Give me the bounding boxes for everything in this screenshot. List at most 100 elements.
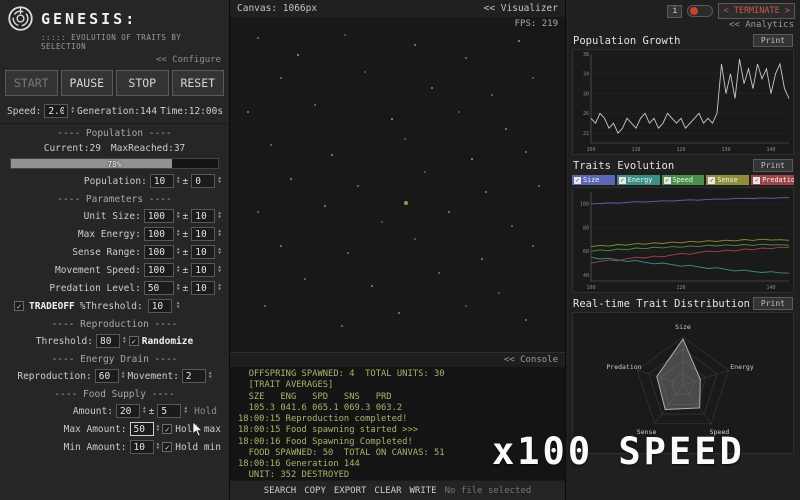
pause-button[interactable]: PAUSE — [60, 70, 113, 96]
console-export-button[interactable]: EXPORT — [334, 486, 367, 496]
plus-minus: ± — [182, 282, 189, 294]
unit-dot — [303, 278, 306, 281]
max-energy-input[interactable] — [143, 227, 174, 241]
console-copy-button[interactable]: COPY — [304, 486, 326, 496]
unit-dot — [280, 244, 283, 247]
max-energy-variance-input[interactable] — [191, 227, 216, 241]
hold-max-checkbox[interactable] — [162, 424, 173, 434]
food-min-stepper[interactable] — [157, 443, 160, 452]
max-energy-variance-stepper[interactable] — [218, 230, 221, 239]
print-traits-button[interactable]: Print — [752, 159, 793, 172]
unit-size-variance-input[interactable] — [191, 209, 216, 223]
sense-range-input[interactable] — [143, 245, 174, 259]
food-min-input[interactable] — [129, 440, 154, 454]
legend-energy[interactable]: ✓ Energy — [616, 175, 660, 185]
population-input[interactable] — [149, 174, 174, 188]
svg-text:34: 34 — [583, 72, 589, 78]
power-toggle[interactable] — [687, 5, 714, 17]
param-label: Movement Speed: — [55, 264, 141, 276]
reset-button[interactable]: RESET — [171, 70, 224, 96]
visualizer-label[interactable]: << Visualizer — [484, 3, 558, 14]
speed-input[interactable] — [44, 104, 69, 118]
unit-size-variance-stepper[interactable] — [218, 212, 221, 221]
unit-dot — [313, 104, 316, 107]
info-button[interactable]: i — [667, 4, 683, 18]
hold-min-checkbox[interactable] — [162, 442, 173, 452]
tradeoff-label: TRADEOFF — [29, 300, 75, 312]
svg-text:38: 38 — [583, 52, 589, 58]
analytics-label[interactable]: << Analytics — [566, 20, 800, 32]
sense-range-variance-input[interactable] — [191, 245, 216, 259]
sim-canvas[interactable]: FPS: 219 — [230, 17, 565, 352]
unit-size-stepper[interactable] — [177, 212, 180, 221]
repro-threshold-stepper[interactable] — [123, 337, 126, 346]
console-label[interactable]: << Console — [230, 353, 565, 367]
legend-speed[interactable]: ✓ Speed — [661, 175, 705, 185]
food-amount-stepper[interactable] — [143, 407, 146, 416]
plus-minus: ± — [182, 246, 189, 258]
legend-predation[interactable]: ✓Predation — [751, 175, 794, 185]
param-label: Unit Size: — [83, 210, 141, 222]
unit-dot — [256, 37, 259, 40]
print-population-button[interactable]: Print — [752, 34, 793, 47]
food-max-stepper[interactable] — [157, 425, 160, 434]
visualizer-column: Canvas: 1066px << Visualizer FPS: 219 <<… — [230, 0, 565, 500]
food-variance-input[interactable] — [157, 404, 182, 418]
drain-movement-input[interactable] — [181, 369, 206, 383]
console-write-button[interactable]: WRITE — [410, 486, 437, 496]
sense-range-stepper[interactable] — [177, 248, 180, 257]
drain-repro-input[interactable] — [94, 369, 119, 383]
brand: GENESIS: — [0, 0, 229, 32]
console-search-button[interactable]: SEARCH — [264, 486, 297, 496]
randomize-checkbox[interactable] — [128, 336, 139, 346]
population-row: Population: ± — [0, 172, 229, 190]
population-variance-stepper[interactable] — [218, 177, 221, 186]
drain-repro-stepper[interactable] — [122, 372, 125, 381]
randomize-label: Randomize — [141, 335, 194, 347]
threshold-pct-input[interactable] — [147, 299, 172, 313]
terminate-button[interactable]: < TERMINATE > — [718, 3, 795, 19]
unit-dot — [414, 43, 417, 46]
population-variance-input[interactable] — [191, 174, 216, 188]
legend-sense[interactable]: ✓ Sense — [706, 175, 750, 185]
legend-size[interactable]: ✓ Size — [572, 175, 615, 185]
print-distribution-button[interactable]: Print — [752, 297, 793, 310]
start-button[interactable]: START — [5, 70, 58, 96]
sense-range-variance-stepper[interactable] — [218, 248, 221, 257]
predation-level-variance-stepper[interactable] — [218, 284, 221, 293]
configure-link[interactable]: << Configure — [0, 54, 229, 67]
unit-dot — [531, 244, 534, 247]
predation-level-variance-input[interactable] — [191, 281, 216, 295]
food-amount-input[interactable] — [115, 404, 140, 418]
energy-drain-row: Reproduction: Movement: — [0, 367, 229, 385]
population-stepper[interactable] — [177, 177, 180, 186]
stop-button[interactable]: STOP — [116, 70, 169, 96]
console-clear-button[interactable]: CLEAR — [374, 486, 401, 496]
threshold-pct-stepper[interactable] — [177, 302, 180, 311]
unit-size-input[interactable] — [143, 209, 174, 223]
unit-dot — [290, 177, 293, 180]
repro-threshold-input[interactable] — [96, 334, 120, 348]
tradeoff-checkbox[interactable] — [14, 301, 24, 311]
drain-movement-stepper[interactable] — [209, 372, 212, 381]
speed-stepper[interactable] — [71, 107, 74, 116]
food-amount-label: Amount: — [72, 405, 113, 417]
movement-speed-variance-input[interactable] — [191, 263, 216, 277]
predation-level-input[interactable] — [143, 281, 174, 295]
unit-dot — [471, 157, 474, 160]
movement-speed-variance-stepper[interactable] — [218, 266, 221, 275]
hold-button[interactable]: Hold — [190, 405, 221, 418]
svg-text:60: 60 — [583, 249, 589, 255]
unit-dot — [437, 271, 440, 274]
console-toolbar: SEARCH COPY EXPORT CLEAR WRITE No file selec… — [230, 480, 565, 500]
food-variance-stepper[interactable] — [184, 407, 187, 416]
threshold-pct-label: %Threshold: — [79, 300, 143, 312]
predation-level-stepper[interactable] — [177, 284, 180, 293]
max-energy-stepper[interactable] — [177, 230, 180, 239]
unit-dot — [538, 184, 541, 187]
movement-speed-stepper[interactable] — [177, 266, 180, 275]
food-max-input[interactable] — [129, 422, 154, 436]
unit-dot — [464, 57, 467, 60]
param-row-predation-level: Predation Level: ± — [0, 279, 229, 297]
movement-speed-input[interactable] — [143, 263, 174, 277]
